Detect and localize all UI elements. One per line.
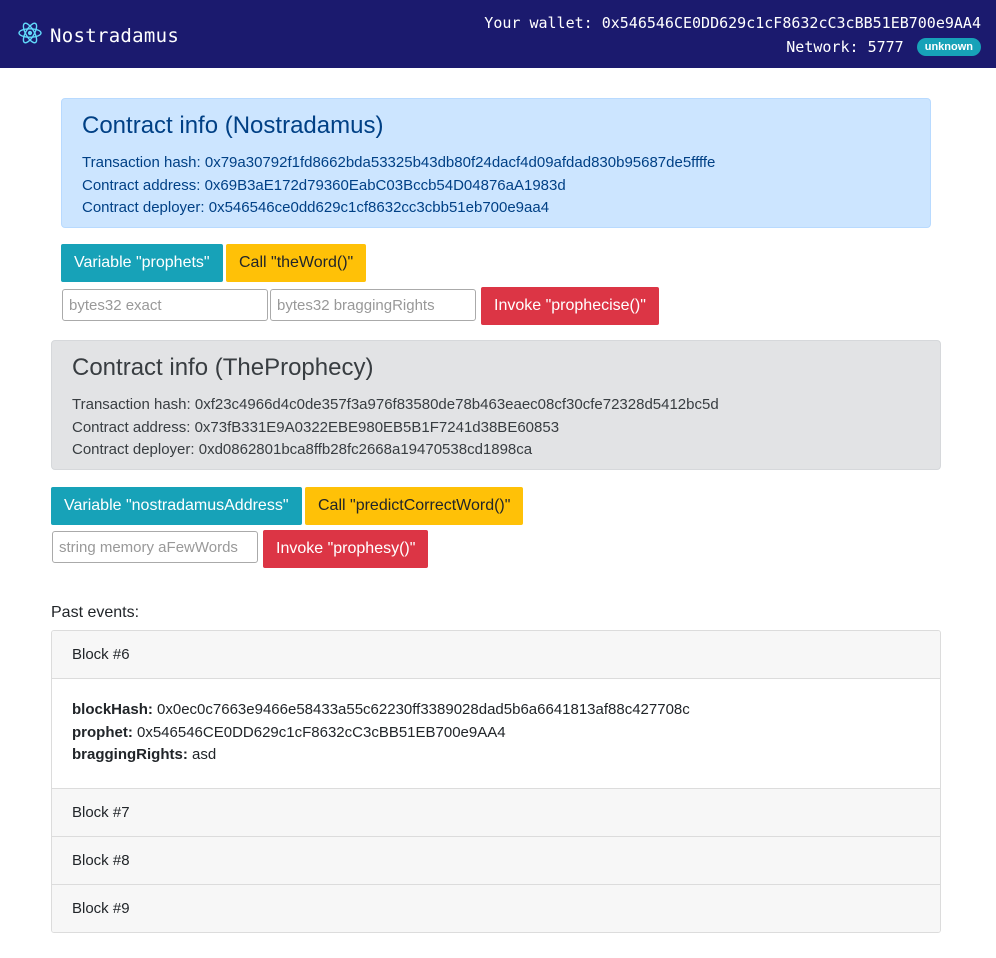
field-key: blockHash: — [72, 701, 153, 718]
past-events-label: Past events: — [51, 604, 140, 621]
block-7-header[interactable]: Block #7 — [52, 787, 940, 836]
block-6-details: blockHash: 0x0ec0c7663e9466e58433a55c622… — [52, 678, 940, 788]
field-key: braggingRights: — [72, 746, 188, 763]
navbar: Nostradamus Your wallet: 0x546546CE0DD62… — [0, 0, 996, 68]
call-predict-correct-word-button[interactable]: Call "predictCorrectWord()" — [305, 487, 524, 525]
invoke-prophesy-button[interactable]: Invoke "prophesy()" — [263, 530, 429, 568]
tx-hash-value: 0xf23c4966d4c0de357f3a976f83580de78b463e… — [194, 396, 719, 413]
wallet-address: 0x546546CE0DD629c1cF8632cC3cBB51EB700e9A… — [601, 14, 981, 32]
prophecy-deployer: Contract deployer: 0xd0862801bca8ffb28fc… — [72, 439, 920, 462]
field-value: asd — [192, 746, 217, 763]
bytes32-bragging-rights-input[interactable] — [270, 289, 476, 321]
deployer-value: 0x546546ce0dd629c1cf8632cc3cbb51eb700e9a… — [208, 199, 550, 216]
nostradamus-contract-info: Contract info (Nostradamus) Transaction … — [61, 98, 931, 228]
prophecy-address: Contract address: 0x73fB331E9A0322EBE980… — [72, 417, 920, 440]
field-key: prophet: — [72, 723, 133, 741]
field-value: 0x0ec0c7663e9466e58433a55c62230ff3389028… — [157, 701, 690, 718]
field-value: 0x546546CE0DD629c1cF8632cC3cBB51EB700e9A… — [137, 723, 506, 741]
address-value: 0x73fB331E9A0322EBE980EB5B1F7241d38BE608… — [194, 418, 560, 436]
events-accordion: Block #6 blockHash: 0x0ec0c7663e9466e584… — [51, 630, 941, 933]
network-label: Network: — [786, 38, 859, 56]
invoke-prophecise-button[interactable]: Invoke "prophecise()" — [481, 287, 659, 325]
nostradamus-address: Contract address: 0x69B3aE172d79360EabC0… — [82, 175, 910, 198]
address-label: Contract address: — [82, 176, 201, 194]
deployer-label: Contract deployer: — [72, 441, 195, 458]
network-line: Network: 5777 unknown — [484, 35, 981, 59]
variable-prophets-button[interactable]: Variable "prophets" — [61, 244, 223, 282]
app-title: Nostradamus — [50, 24, 180, 47]
block-9-header[interactable]: Block #9 — [52, 883, 940, 932]
nostradamus-tx-hash: Transaction hash: 0x79a30792f1fd8662bda5… — [82, 152, 910, 175]
prophecy-title: Contract info (TheProphecy) — [72, 354, 374, 381]
address-value: 0x69B3aE172d79360EabC03Bccb54D04876aA198… — [204, 176, 566, 194]
prophecy-contract-info: Contract info (TheProphecy) Transaction … — [51, 340, 941, 470]
nostradamus-deployer: Contract deployer: 0x546546ce0dd629c1cf8… — [82, 197, 910, 220]
prophecy-tx-hash: Transaction hash: 0xf23c4966d4c0de357f3a… — [72, 394, 920, 417]
network-badge: unknown — [916, 38, 981, 56]
nostradamus-title: Contract info (Nostradamus) — [82, 112, 384, 139]
deployer-label: Contract deployer: — [82, 199, 205, 216]
event-field-block-hash: blockHash: 0x0ec0c7663e9466e58433a55c622… — [72, 699, 920, 722]
wallet-info: Your wallet: 0x546546CE0DD629c1cF8632cC3… — [484, 11, 981, 59]
tx-hash-value: 0x79a30792f1fd8662bda53325b43db80f24dacf… — [204, 154, 716, 171]
brand[interactable]: Nostradamus — [18, 21, 179, 50]
block-8-header[interactable]: Block #8 — [52, 835, 940, 884]
variable-nostradamus-address-button[interactable]: Variable "nostradamusAddress" — [51, 487, 302, 525]
event-field-prophet: prophet: 0x546546CE0DD629c1cF8632cC3cBB5… — [72, 722, 920, 745]
tx-hash-label: Transaction hash: — [82, 154, 201, 171]
tx-hash-label: Transaction hash: — [72, 396, 191, 413]
call-theword-button[interactable]: Call "theWord()" — [226, 244, 367, 282]
react-logo-icon — [18, 21, 42, 50]
wallet-line: Your wallet: 0x546546CE0DD629c1cF8632cC3… — [484, 11, 981, 35]
wallet-label: Your wallet: — [484, 14, 593, 32]
event-field-bragging-rights: braggingRights: asd — [72, 744, 920, 767]
deployer-value: 0xd0862801bca8ffb28fc2668a19470538cd1898… — [198, 441, 533, 458]
bytes32-exact-input[interactable] — [62, 289, 268, 321]
block-6-header[interactable]: Block #6 — [52, 631, 940, 678]
network-id: 5777 — [867, 38, 904, 56]
string-a-few-words-input[interactable] — [52, 531, 258, 563]
address-label: Contract address: — [72, 418, 191, 436]
